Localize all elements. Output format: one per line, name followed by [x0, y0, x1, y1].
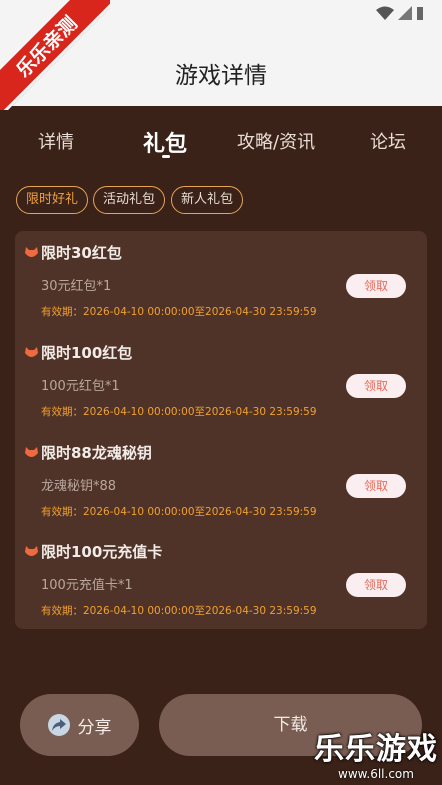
watermark-title: 乐乐游戏 — [314, 732, 438, 767]
chip-event-gifts[interactable]: 活动礼包 — [93, 186, 166, 214]
gift-validity: 有效期：2026-04-10 00:00:00至2026-04-30 23:59… — [41, 506, 317, 518]
claim-button[interactable]: 领取 — [346, 374, 406, 398]
watermark: 乐乐游戏 www.6ll.com — [314, 732, 438, 782]
gift-validity: 有效期：2026-04-10 00:00:00至2026-04-30 23:59… — [41, 406, 317, 418]
ribbon-label: 乐乐亲测 — [0, 0, 110, 110]
gift-desc: 100元充值卡*1 — [41, 578, 133, 593]
gift-desc: 100元红包*1 — [41, 379, 120, 394]
gift-item: 限时30红包 30元红包*1 有效期：2026-04-10 00:00:00至2… — [15, 231, 427, 331]
status-bar — [376, 6, 424, 20]
claim-button[interactable]: 领取 — [346, 274, 406, 298]
claim-button[interactable]: 领取 — [346, 474, 406, 498]
tab-gifts[interactable]: 礼包 — [143, 126, 187, 158]
wifi-icon — [376, 6, 394, 20]
gift-icon — [25, 546, 38, 556]
chip-limited-gifts[interactable]: 限时好礼 — [16, 186, 89, 214]
tab-bar: 详情 礼包 攻略/资讯 论坛 — [0, 106, 442, 168]
share-label: 分享 — [77, 717, 112, 738]
share-icon — [47, 714, 70, 736]
gift-name: 限时100红包 — [41, 344, 133, 362]
gift-item: 限时100红包 100元红包*1 有效期：2026-04-10 00:00:00… — [15, 331, 427, 431]
tab-indicator — [162, 155, 170, 158]
gift-desc: 30元红包*1 — [41, 279, 112, 294]
claim-button[interactable]: 领取 — [346, 573, 406, 597]
gift-validity: 有效期：2026-04-10 00:00:00至2026-04-30 23:59… — [41, 306, 317, 318]
gift-icon — [25, 247, 38, 257]
gift-icon — [25, 447, 38, 457]
tab-guides-news[interactable]: 攻略/资讯 — [237, 128, 315, 154]
gift-name: 限时100元充值卡 — [41, 543, 163, 561]
gift-list: 限时30红包 30元红包*1 有效期：2026-04-10 00:00:00至2… — [15, 231, 427, 629]
chip-newbie-gifts[interactable]: 新人礼包 — [171, 186, 244, 214]
tab-details[interactable]: 详情 — [38, 128, 74, 154]
gift-name: 限时88龙魂秘钥 — [41, 444, 152, 462]
gift-validity: 有效期：2026-04-10 00:00:00至2026-04-30 23:59… — [41, 605, 317, 617]
gift-item: 限时100元充值卡 100元充值卡*1 有效期：2026-04-10 00:00… — [15, 530, 427, 630]
battery-icon — [417, 7, 423, 20]
tab-forum[interactable]: 论坛 — [370, 128, 406, 154]
share-button[interactable]: 分享 — [20, 694, 139, 756]
gift-name: 限时30红包 — [41, 244, 122, 262]
gift-item: 限时88龙魂秘钥 龙魂秘钥*88 有效期：2026-04-10 00:00:00… — [15, 431, 427, 531]
watermark-url: www.6ll.com — [338, 767, 414, 781]
corner-ribbon: 乐乐亲测 — [0, 0, 110, 110]
gift-desc: 龙魂秘钥*88 — [41, 479, 117, 494]
signal-icon — [398, 6, 412, 20]
gift-icon — [25, 347, 38, 357]
